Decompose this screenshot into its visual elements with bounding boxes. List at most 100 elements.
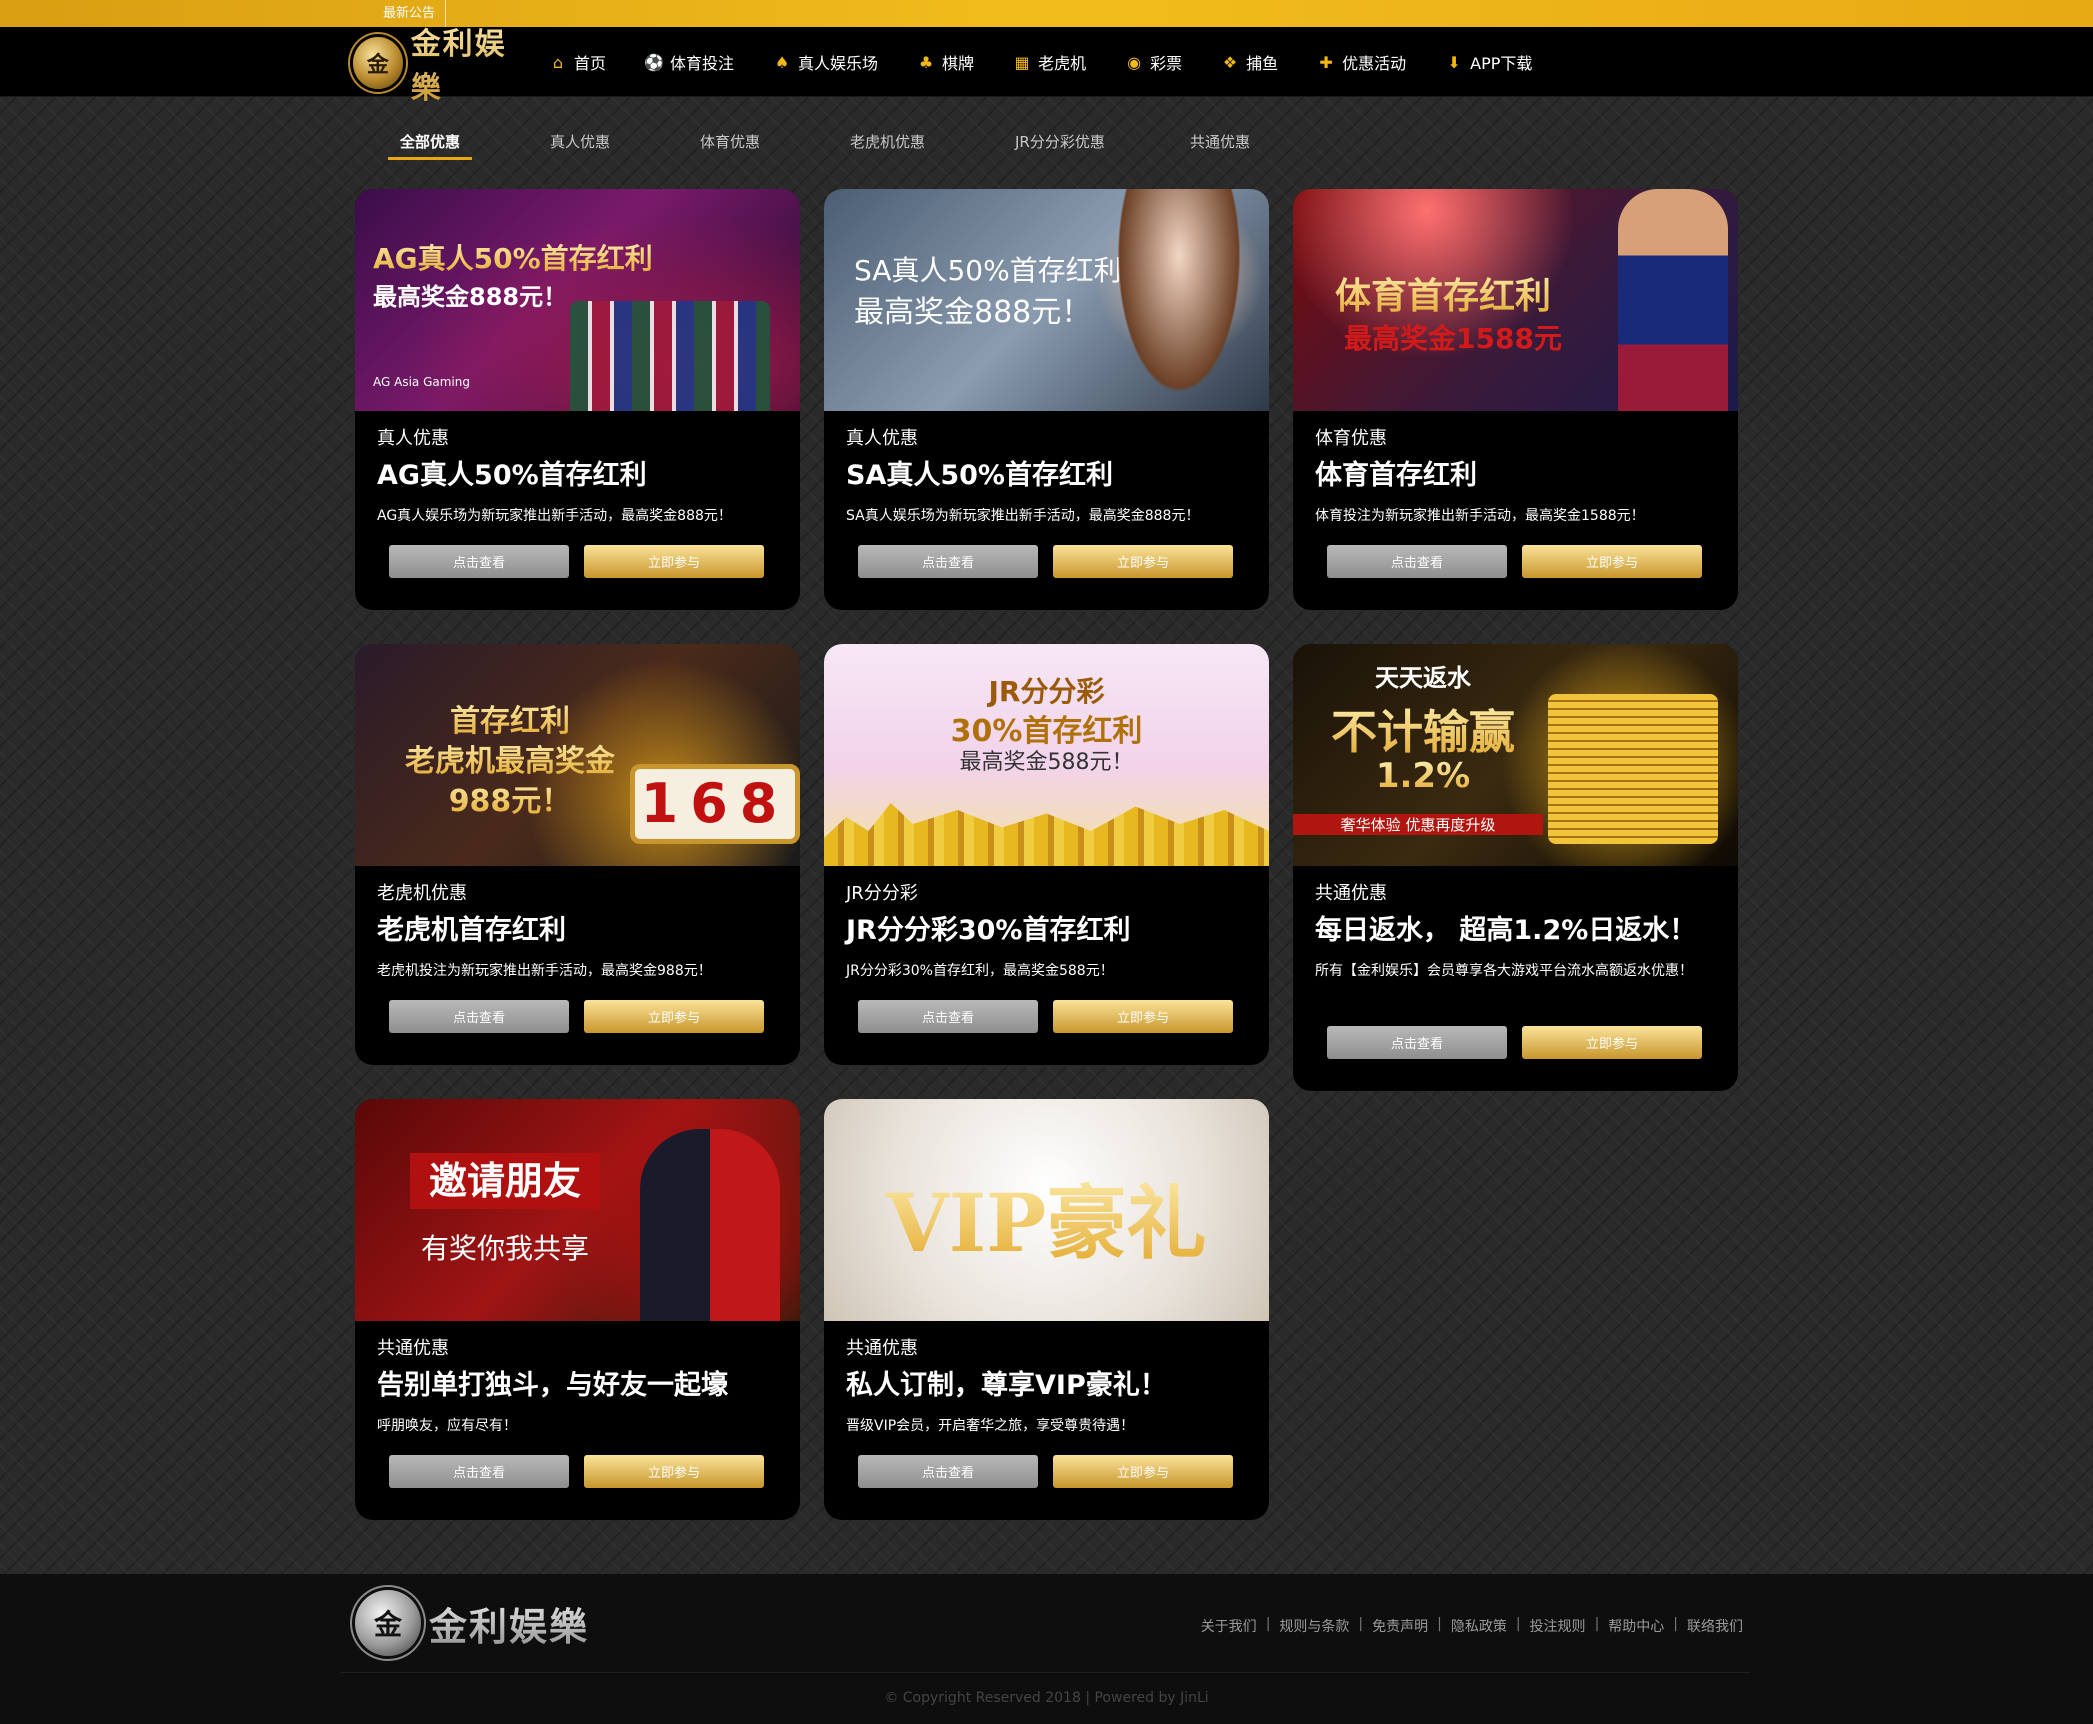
playing-cards-icon: ♣ — [918, 52, 934, 72]
nav-item-label: 捕鱼 — [1246, 54, 1279, 73]
view-details-button[interactable]: 点击查看 — [389, 1455, 569, 1488]
footer-link-0[interactable]: 关于我们 — [1201, 1616, 1257, 1636]
gold-coins-icon — [1548, 694, 1718, 844]
promo-banner-image[interactable]: JR分分彩 30%首存红利 最高奖金588元！ — [824, 644, 1269, 866]
promo-card: 首存红利 老虎机最高奖金 988元！ 168 老虎机优惠 老虎机首存红利 老虎机投注为新玩家… — [355, 644, 800, 1065]
promo-actions: 点击查看 立即参与 — [858, 1000, 1233, 1033]
promo-category: 真人优惠 — [846, 428, 918, 449]
footer-link-separator: | — [1515, 1616, 1521, 1632]
promo-actions: 点击查看 立即参与 — [389, 545, 764, 578]
main-header: 金 金利娱樂 ⌂ 首页 ⚽ 体育投注 ♠ 真人娱乐场 ♣ 棋牌 ▦ 老虎机 ◉ 彩票 ❖ 捕鱼 ✚ 优惠活动 ⬇… — [0, 27, 2093, 106]
site-logo[interactable]: 金 金利娱樂 — [353, 27, 533, 106]
join-now-button[interactable]: 立即参与 — [1522, 545, 1702, 578]
view-details-button[interactable]: 点击查看 — [1327, 1026, 1507, 1059]
footer-logo[interactable]: 金 金利娱樂 — [355, 1590, 589, 1656]
view-details-button[interactable]: 点击查看 — [389, 545, 569, 578]
tab-5[interactable]: 共通优惠 — [1178, 130, 1262, 160]
nav-item-label: 老虎机 — [1038, 54, 1087, 73]
banner-headline: VIP豪礼 — [824, 1159, 1269, 1275]
view-details-button[interactable]: 点击查看 — [858, 1455, 1038, 1488]
banner-subline: 不计输赢 — [1293, 696, 1553, 762]
banner-headline: 体育首存红利 — [1293, 267, 1593, 319]
nav-item-2[interactable]: ♠ 真人娱乐场 — [772, 50, 878, 74]
nav-item-6[interactable]: ❖ 捕鱼 — [1220, 50, 1278, 74]
slot-machine-icon: ▦ — [1014, 52, 1030, 72]
promo-description: 所有【金利娱乐】会员尊享各大游戏平台流水高额返水优惠！ — [1315, 963, 1693, 979]
footer-link-3[interactable]: 隐私政策 — [1451, 1616, 1507, 1636]
promo-card: VIP豪礼 共通优惠 私人订制，尊享VIP豪礼！ 晋级VIP会员，开启奢华之旅，享受尊… — [824, 1099, 1269, 1520]
promo-banner-image[interactable]: 天天返水 不计输赢 1.2% 奢华体验 优惠再度升级 — [1293, 644, 1738, 866]
promo-card: 体育首存红利 最高奖金1588元 体育优惠 体育首存红利 体育投注为新玩家推出新手活动，… — [1293, 189, 1738, 610]
tab-3[interactable]: 老虎机优惠 — [838, 130, 937, 160]
nav-item-label: 体育投注 — [670, 54, 735, 73]
banner-amount: 最高奖金588元！ — [959, 750, 1134, 775]
download-icon: ⬇ — [1447, 52, 1461, 72]
footer-link-4[interactable]: 投注规则 — [1530, 1616, 1586, 1636]
lottery-ball-icon: ◉ — [1127, 52, 1142, 72]
promo-actions: 点击查看 立即参与 — [1327, 1026, 1702, 1059]
view-details-button[interactable]: 点击查看 — [1327, 545, 1507, 578]
join-now-button[interactable]: 立即参与 — [584, 545, 764, 578]
promo-description: 呼朋唤友，应有尽有！ — [377, 1418, 517, 1434]
nav-item-0[interactable]: ⌂ 首页 — [548, 50, 606, 74]
footer-link-2[interactable]: 免责声明 — [1372, 1616, 1428, 1636]
promo-actions: 点击查看 立即参与 — [1327, 545, 1702, 578]
promo-title: SA真人50%首存红利 — [846, 460, 1113, 491]
view-details-button[interactable]: 点击查看 — [389, 1000, 569, 1033]
nav-item-label: 真人娱乐场 — [798, 54, 879, 73]
nav-item-label: 优惠活动 — [1342, 54, 1407, 73]
promo-title: 体育首存红利 — [1315, 460, 1477, 491]
promo-banner-image[interactable]: AG真人50%首存红利 最高奖金888元！ AG Asia Gaming — [355, 189, 800, 411]
banner-headline: 邀请朋友 — [410, 1153, 600, 1209]
join-now-button[interactable]: 立即参与 — [1053, 545, 1233, 578]
promo-description: JR分分彩30%首存红利，最高奖金588元！ — [846, 963, 1114, 979]
banner-subline: 最高奖金1588元 — [1344, 322, 1562, 355]
tab-2[interactable]: 体育优惠 — [688, 130, 772, 160]
view-details-button[interactable]: 点击查看 — [858, 1000, 1038, 1033]
join-now-button[interactable]: 立即参与 — [1053, 1000, 1233, 1033]
join-now-button[interactable]: 立即参与 — [1522, 1026, 1702, 1059]
nav-item-1[interactable]: ⚽ 体育投注 — [644, 50, 734, 74]
soccer-ball-icon: ⚽ — [644, 52, 664, 72]
promo-category: 老虎机优惠 — [377, 883, 467, 904]
promo-banner-image[interactable]: SA真人50%首存红利 最高奖金888元！ — [824, 189, 1269, 411]
footer-link-6[interactable]: 联络我们 — [1687, 1616, 1743, 1636]
tab-1[interactable]: 真人优惠 — [538, 130, 622, 160]
promo-banner-image[interactable]: VIP豪礼 — [824, 1099, 1269, 1321]
promo-category: 共通优惠 — [1315, 883, 1387, 904]
join-now-button[interactable]: 立即参与 — [584, 1000, 764, 1033]
footer-link-separator: | — [1673, 1616, 1678, 1632]
view-details-button[interactable]: 点击查看 — [858, 545, 1038, 578]
promo-banner-image[interactable]: 邀请朋友 有奖你我共享 — [355, 1099, 800, 1321]
home-icon: ⌂ — [552, 52, 564, 72]
promo-card-body: 共通优惠每日返水， 超高1.2%日返水！ 所有【金利娱乐】会员尊享各大游戏平台流水… — [1293, 866, 1738, 984]
promo-description: AG真人娱乐场为新玩家推出新手活动，最高奖金888元！ — [377, 508, 732, 524]
promo-card: 天天返水 不计输赢 1.2% 奢华体验 优惠再度升级共通优惠每日返水， 超高1.2%日… — [1293, 644, 1738, 1091]
promo-banner-image[interactable]: 体育首存红利 最高奖金1588元 — [1293, 189, 1738, 411]
promo-category: 共通优惠 — [846, 1338, 918, 1359]
promo-card-body: 老虎机优惠 老虎机首存红利 老虎机投注为新玩家推出新手活动，最高奖金988元！ — [355, 866, 800, 984]
tab-0[interactable]: 全部优惠 — [388, 130, 473, 160]
nav-item-7[interactable]: ✚ 优惠活动 — [1316, 50, 1406, 74]
nav-item-3[interactable]: ♣ 棋牌 — [916, 50, 974, 74]
promo-card-body: 共通优惠 告别单打独斗，与好友一起壕 呼朋唤友，应有尽有！ — [355, 1321, 800, 1439]
promo-title: 私人订制，尊享VIP豪礼！ — [846, 1370, 1167, 1401]
footer-logo-emblem-icon: 金 — [355, 1590, 421, 1656]
promo-actions: 点击查看 立即参与 — [858, 545, 1233, 578]
nav-item-4[interactable]: ▦ 老虎机 — [1012, 50, 1087, 74]
banner-headline: AG真人50%首存红利 — [373, 237, 800, 277]
join-now-button[interactable]: 立即参与 — [1053, 1455, 1233, 1488]
promo-banner-image[interactable]: 首存红利 老虎机最高奖金 988元！ 168 — [355, 644, 800, 866]
nav-item-8[interactable]: ⬇ APP下载 — [1444, 50, 1532, 74]
footer-link-1[interactable]: 规则与条款 — [1279, 1616, 1349, 1636]
promo-card: AG真人50%首存红利 最高奖金888元！ AG Asia Gaming 真人优惠 AG… — [355, 189, 800, 610]
join-now-button[interactable]: 立即参与 — [584, 1455, 764, 1488]
gold-city-skyline — [824, 803, 1269, 866]
footer-link-5[interactable]: 帮助中心 — [1608, 1616, 1664, 1636]
banner-tagline: 奢华体验 优惠再度升级 — [1293, 814, 1543, 835]
hostess-photo — [1109, 189, 1249, 411]
promo-actions: 点击查看 立即参与 — [389, 1455, 764, 1488]
tab-4[interactable]: JR分分彩优惠 — [1003, 130, 1117, 160]
promo-title: 每日返水， 超高1.2%日返水！ — [1315, 915, 1697, 946]
nav-item-5[interactable]: ◉ 彩票 — [1124, 50, 1182, 74]
